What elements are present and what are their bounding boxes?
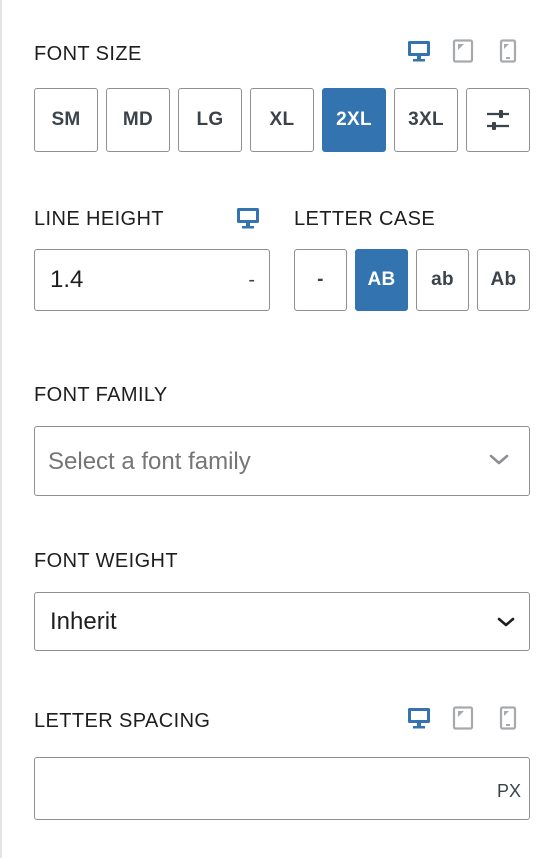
font-weight-value: Inherit (50, 608, 117, 635)
tablet-icon[interactable] (451, 39, 475, 63)
font-size-3xl-button[interactable]: 3XL (394, 88, 458, 152)
font-family-label: FONT FAMILY (34, 384, 168, 406)
letter-spacing-input[interactable]: PX (34, 757, 530, 820)
font-size-2xl-button[interactable]: 2XL (322, 88, 386, 152)
font-size-custom-button[interactable] (466, 88, 530, 152)
font-size-sm-button[interactable]: SM (34, 88, 98, 152)
letter-case-label: LETTER CASE (294, 208, 436, 230)
letter-case-none-button[interactable]: - (294, 249, 347, 311)
chevron-down-icon (497, 615, 515, 633)
panel-left-border (0, 0, 2, 858)
line-height-input[interactable]: 1.4 - (34, 249, 270, 311)
font-size-md-button[interactable]: MD (106, 88, 170, 152)
desktop-icon[interactable] (407, 706, 431, 730)
font-size-label: FONT SIZE (34, 43, 142, 65)
letter-case-lowercase-button[interactable]: ab (416, 249, 469, 311)
desktop-icon[interactable] (236, 206, 260, 230)
tablet-icon[interactable] (451, 706, 475, 730)
mobile-icon[interactable] (496, 39, 520, 63)
line-height-unit[interactable]: - (248, 266, 255, 294)
font-size-lg-button[interactable]: LG (178, 88, 242, 152)
font-size-xl-button[interactable]: XL (250, 88, 314, 152)
letter-case-capitalize-button[interactable]: Ab (477, 249, 530, 311)
font-family-select[interactable]: Select a font family (34, 426, 530, 496)
letter-spacing-label: LETTER SPACING (34, 710, 211, 732)
line-height-label: LINE HEIGHT (34, 208, 164, 230)
font-weight-label: FONT WEIGHT (34, 550, 179, 572)
chevron-down-icon (489, 453, 509, 472)
font-weight-select[interactable]: Inherit (34, 592, 530, 651)
sliders-icon (485, 107, 511, 133)
line-height-value: 1.4 (50, 266, 84, 293)
mobile-icon[interactable] (496, 706, 520, 730)
letter-spacing-unit[interactable]: PX (497, 777, 521, 805)
desktop-icon[interactable] (407, 39, 431, 63)
font-family-placeholder: Select a font family (48, 448, 251, 475)
letter-case-uppercase-button[interactable]: AB (355, 249, 408, 311)
